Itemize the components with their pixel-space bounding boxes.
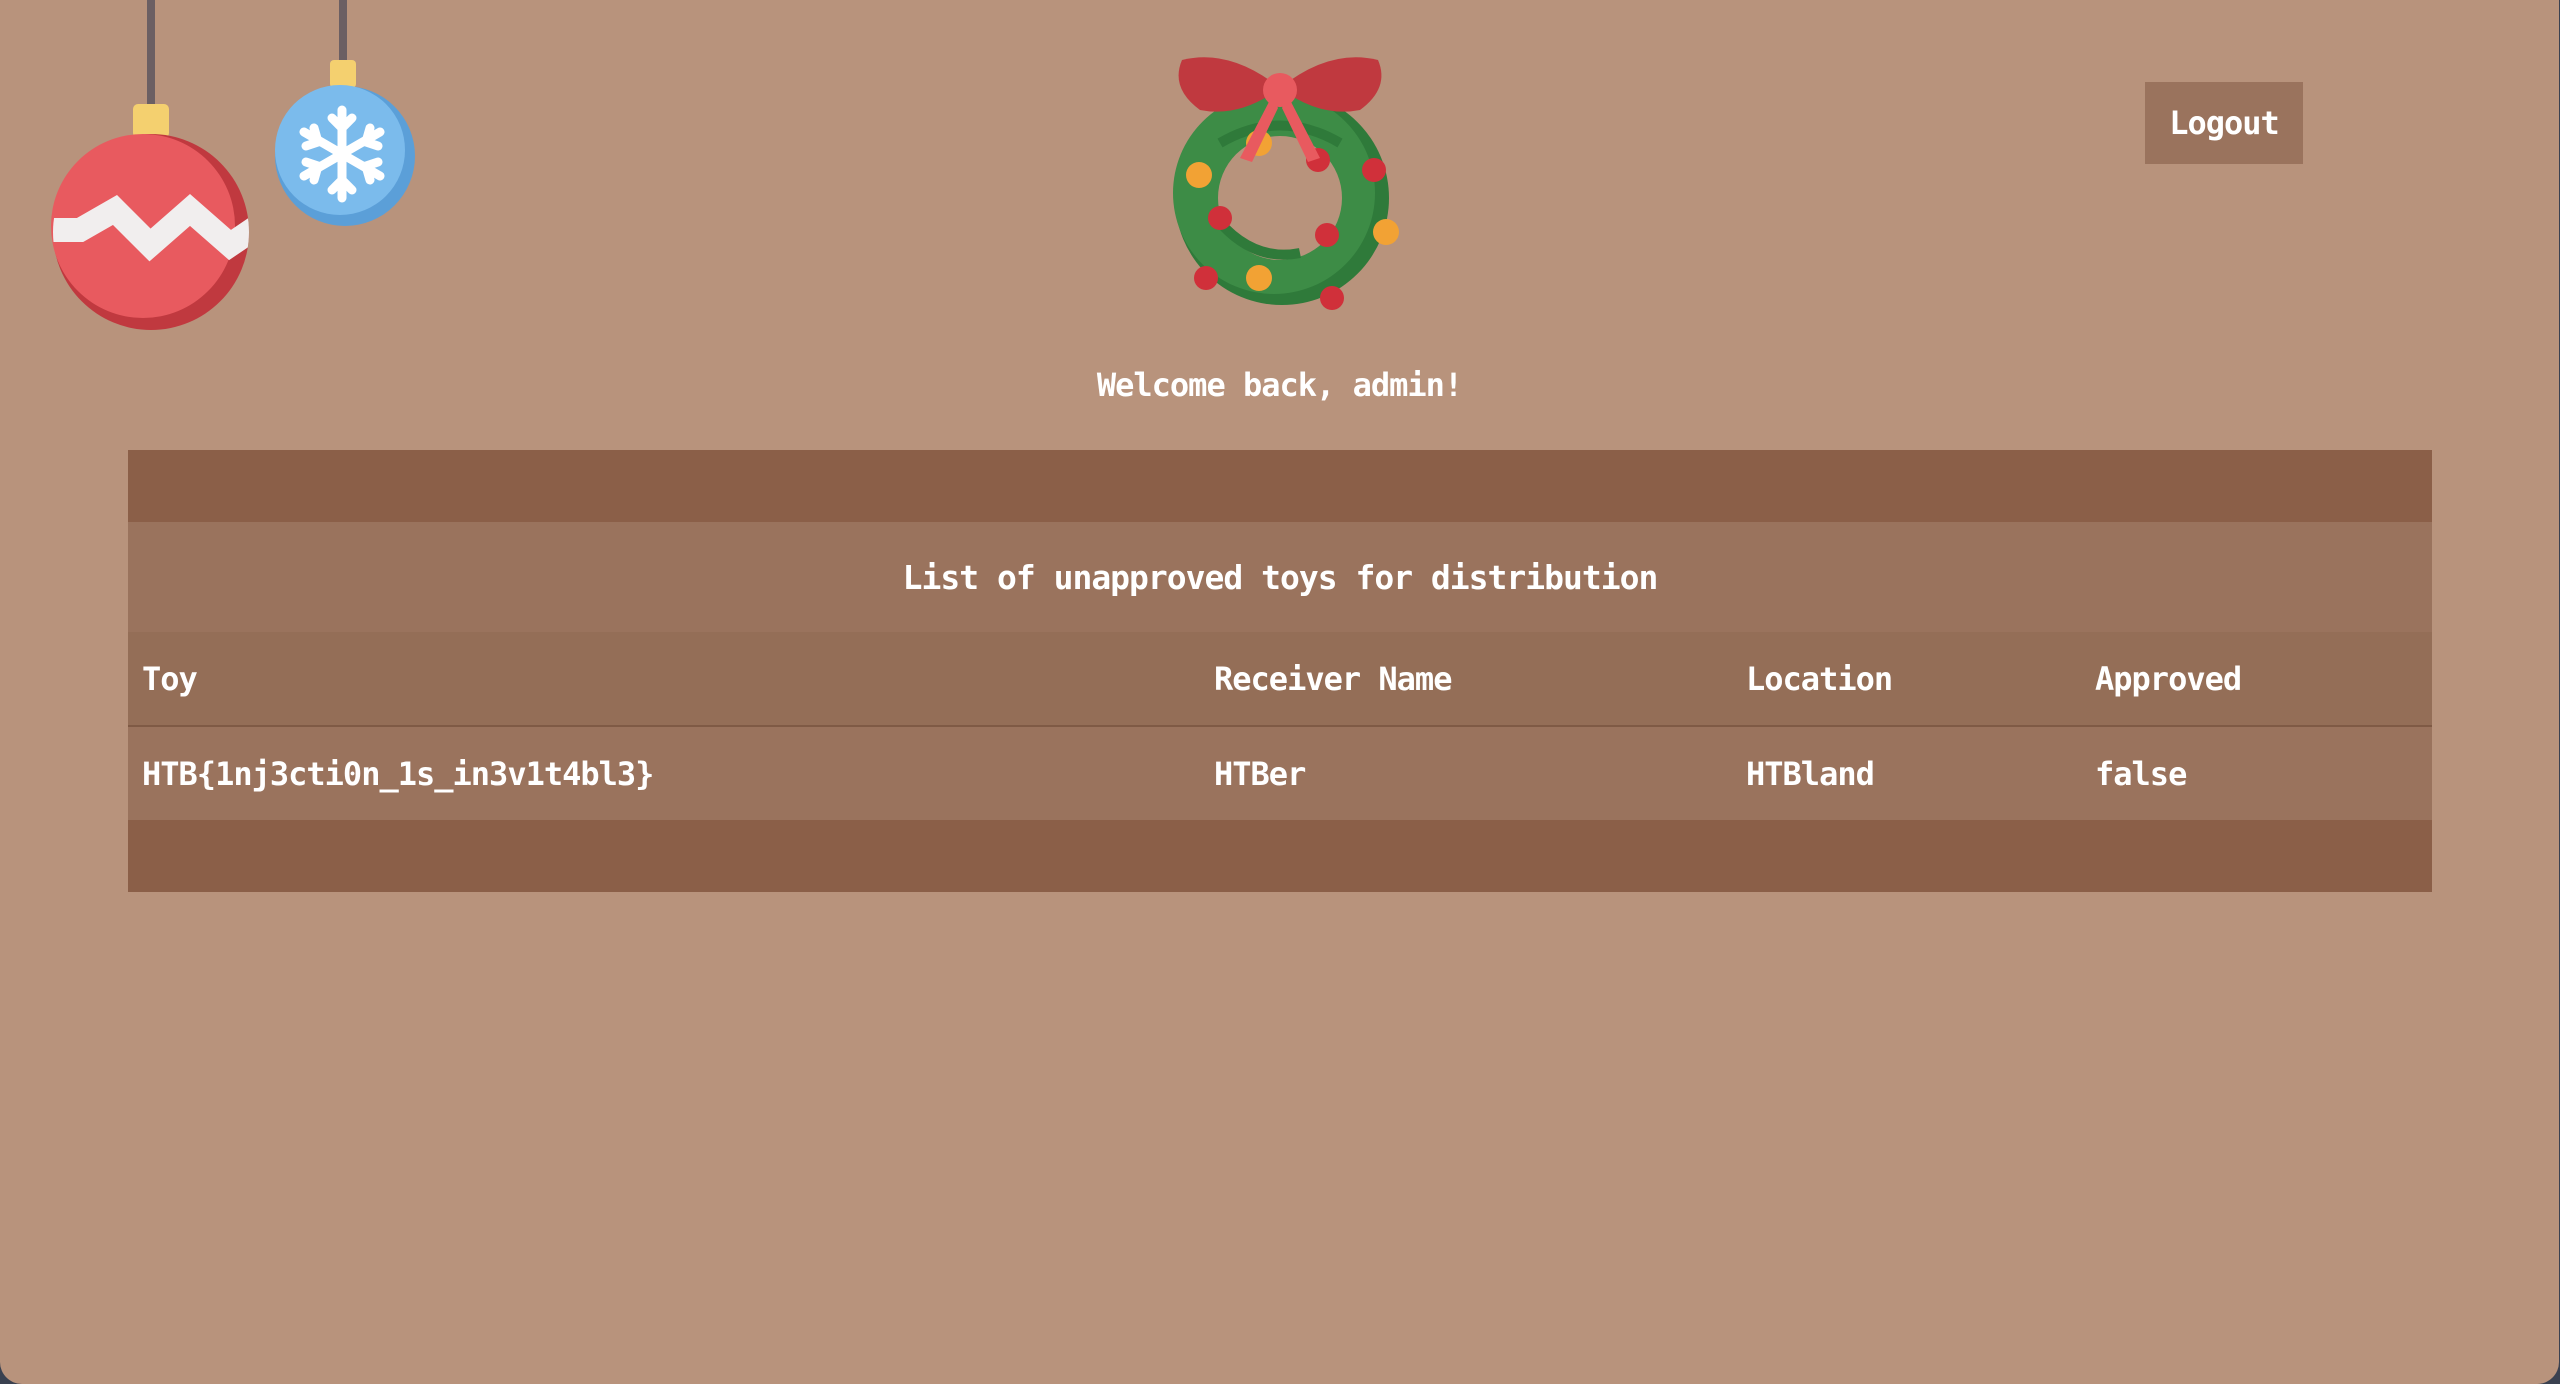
toys-table-container: List of unapproved toys for distribution… — [128, 450, 2432, 892]
logout-button[interactable]: Logout — [2145, 82, 2303, 164]
column-header-approved: Approved — [2095, 659, 2242, 698]
cell-location: HTBland — [1746, 754, 1875, 793]
column-header-toy: Toy — [142, 659, 198, 698]
table-caption: List of unapproved toys for distribution — [128, 522, 2432, 632]
cell-toy: HTB{1nj3cti0n_1s_in3v1t4bl3} — [142, 754, 654, 793]
table-top-band — [128, 450, 2432, 522]
table-bottom-band — [128, 820, 2432, 892]
cell-receiver-name: HTBer — [1214, 754, 1306, 793]
cell-approved: false — [2095, 754, 2187, 793]
welcome-message: Welcome back, admin! — [1096, 366, 1463, 404]
column-header-receiver-name: Receiver Name — [1214, 659, 1452, 698]
table-row: HTB{1nj3cti0n_1s_in3v1t4bl3} HTBer HTBla… — [128, 726, 2432, 820]
table-header-row: Toy Receiver Name Location Approved — [128, 632, 2432, 726]
christmas-wreath-icon — [1173, 57, 1399, 310]
toys-table: Toy Receiver Name Location Approved HTB{… — [128, 632, 2432, 820]
blue-snowflake-ornament-icon — [275, 0, 415, 226]
red-ornament-icon — [51, 0, 249, 330]
column-header-location: Location — [1746, 659, 1893, 698]
page: Logout Welcome back, admin! List of unap… — [0, 0, 2559, 1384]
